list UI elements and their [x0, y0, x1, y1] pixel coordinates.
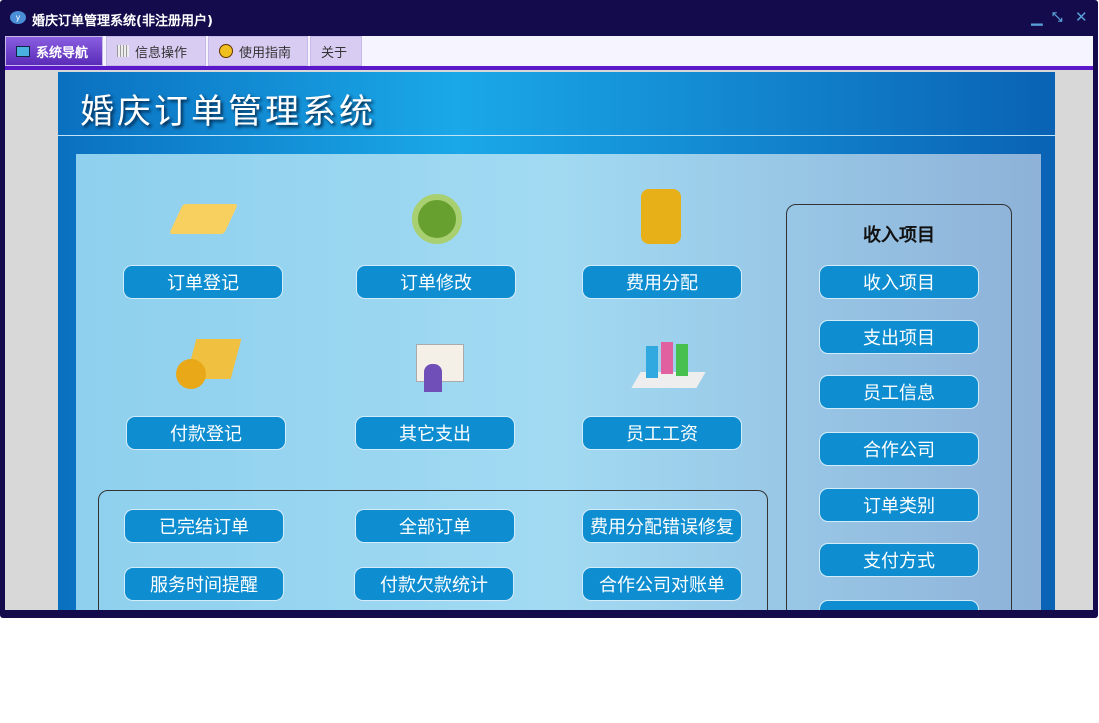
arrears-stats-button[interactable]: 付款欠款统计 — [354, 567, 514, 601]
main-panel: 婚庆订单管理系统 订单登记 订单修改 费用分配 付款登记 其它支出 员工工资 已… — [58, 72, 1055, 610]
team-icon — [631, 334, 706, 394]
monitor-icon — [16, 45, 30, 57]
help-icon — [219, 44, 233, 58]
content-area: 婚庆订单管理系统 订单登记 订单修改 费用分配 付款登记 其它支出 员工工资 已… — [5, 70, 1093, 610]
coins-icon — [631, 184, 701, 244]
payment-register-button[interactable]: 付款登记 — [126, 416, 286, 450]
alarm-clock-icon — [404, 184, 474, 244]
tab-bar: 系统导航 信息操作 使用指南 关于 — [5, 36, 1093, 66]
order-register-button[interactable]: 订单登记 — [123, 265, 283, 299]
tab-about[interactable]: 关于 — [310, 36, 362, 66]
order-category-button[interactable]: 订单类别 — [819, 488, 979, 522]
close-icon[interactable]: ✕ — [1075, 8, 1088, 26]
divider — [58, 135, 1055, 136]
partner-statement-button[interactable]: 合作公司对账单 — [582, 567, 742, 601]
expense-items-button[interactable]: 支出项目 — [819, 320, 979, 354]
partner-company-button[interactable]: 合作公司 — [819, 432, 979, 466]
page-title: 婚庆订单管理系统 — [80, 92, 376, 132]
grid-icon — [117, 45, 129, 57]
order-edit-button[interactable]: 订单修改 — [356, 265, 516, 299]
tab-system-nav[interactable]: 系统导航 — [5, 36, 103, 66]
tab-guide[interactable]: 使用指南 — [208, 36, 308, 66]
staff-salary-button[interactable]: 员工工资 — [582, 416, 742, 450]
side-title: 收入项目 — [863, 225, 935, 246]
restore-icon[interactable]: ⤡ — [1052, 10, 1062, 25]
notebook-icon — [168, 184, 238, 244]
nav-panel: 订单登记 订单修改 费用分配 付款登记 其它支出 员工工资 已完结订单 全部订单… — [76, 154, 1041, 610]
completed-orders-button[interactable]: 已完结订单 — [124, 509, 284, 543]
payment-method-button[interactable]: 支付方式 — [819, 543, 979, 577]
laptop-money-icon — [171, 334, 242, 394]
presentation-icon — [404, 334, 474, 394]
tab-info-ops[interactable]: 信息操作 — [106, 36, 206, 66]
staff-info-button[interactable]: 员工信息 — [819, 375, 979, 409]
other-expense-button[interactable]: 其它支出 — [355, 416, 515, 450]
cut-off-button[interactable] — [819, 600, 979, 610]
minimize-icon[interactable]: ▁ — [1031, 8, 1043, 26]
income-items-button[interactable]: 收入项目 — [819, 265, 979, 299]
app-logo-icon: y — [10, 11, 26, 24]
cost-allocation-button[interactable]: 费用分配 — [582, 265, 742, 299]
window-title: 婚庆订单管理系统(非注册用户) — [32, 14, 213, 29]
cost-fix-button[interactable]: 费用分配错误修复 — [582, 509, 742, 543]
app-window: y 婚庆订单管理系统(非注册用户) ▁ ⤡ ✕ 系统导航 信息操作 使用指南 关… — [0, 0, 1098, 618]
all-orders-button[interactable]: 全部订单 — [355, 509, 515, 543]
service-reminder-button[interactable]: 服务时间提醒 — [124, 567, 284, 601]
